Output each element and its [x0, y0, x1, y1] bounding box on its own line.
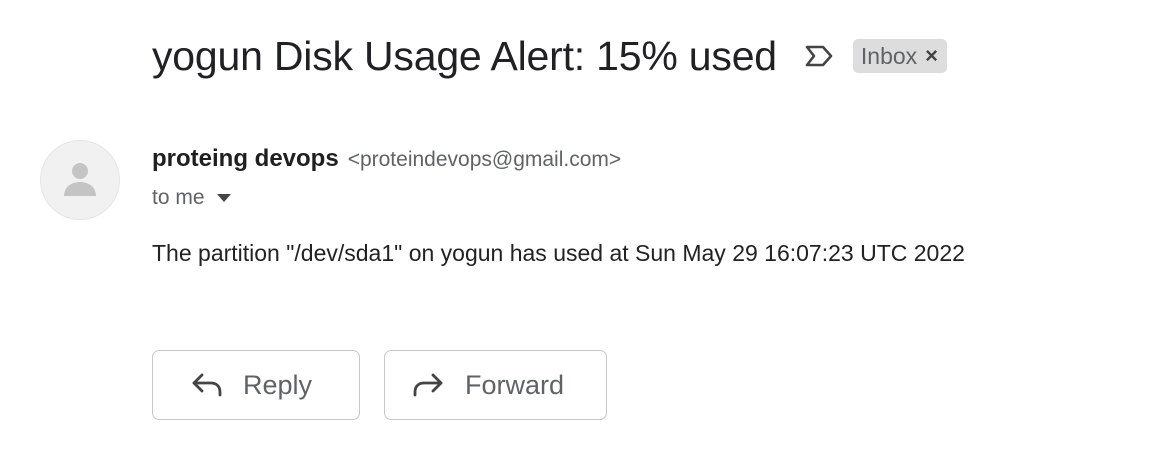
person-icon [64, 163, 96, 196]
email-subject: yogun Disk Usage Alert: 15% used [152, 33, 777, 79]
forward-arrow-icon [412, 371, 444, 399]
forward-button-label: Forward [465, 369, 565, 400]
label-chip-text: Inbox [860, 43, 918, 69]
email-body: The partition "/dev/sda1" on yogun has u… [152, 240, 965, 266]
reply-arrow-icon [191, 371, 223, 399]
important-marker-icon[interactable] [803, 42, 835, 70]
sender-line: proteing devops <proteindevops@gmail.com… [152, 145, 621, 173]
remove-label-icon[interactable]: × [925, 39, 938, 73]
sender-name[interactable]: proteing devops [152, 145, 339, 173]
sender-avatar[interactable] [40, 140, 120, 220]
reply-button[interactable]: Reply [152, 350, 360, 420]
reply-button-label: Reply [243, 369, 313, 400]
caret-down-icon[interactable] [216, 193, 231, 203]
recipient-line: to me [152, 186, 231, 210]
inbox-label-chip[interactable]: Inbox × [852, 39, 948, 73]
recipient-text: to me [152, 186, 205, 209]
forward-button[interactable]: Forward [384, 350, 607, 420]
sender-email: <proteindevops@gmail.com> [347, 148, 622, 171]
subject-header: yogun Disk Usage Alert: 15% used Inbox × [152, 28, 948, 84]
